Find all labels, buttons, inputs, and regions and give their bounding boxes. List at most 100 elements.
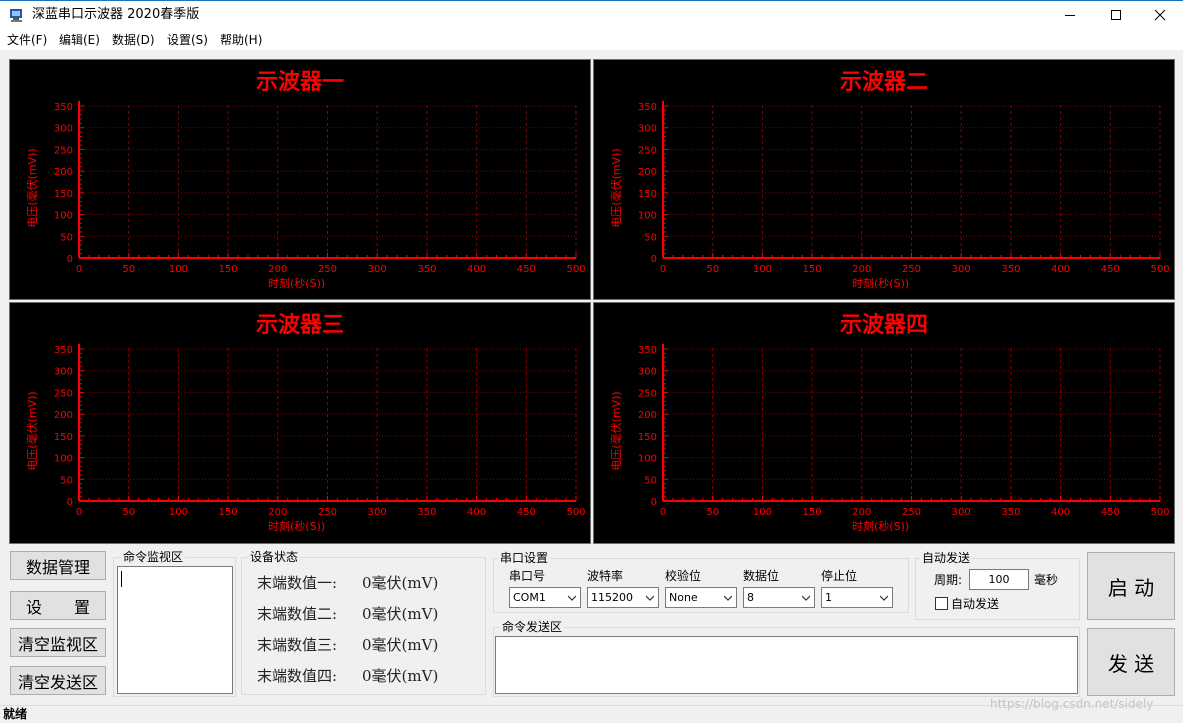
chart-title: 示波器四 [840, 312, 928, 338]
send-button[interactable]: 发 送 [1087, 628, 1175, 696]
monitor-textarea[interactable] [117, 566, 233, 694]
y-tick-label: 100 [54, 211, 73, 222]
monitor-title: 命令监视区 [121, 550, 186, 564]
x-axis-label: 时刻(秒(S)) [268, 276, 325, 290]
y-tick-label: 0 [651, 254, 657, 265]
y-tick-label: 200 [638, 167, 657, 178]
watermark: https://blog.csdn.net/sidely [990, 697, 1154, 711]
y-tick-label: 300 [638, 367, 657, 378]
x-tick-label: 350 [1001, 507, 1020, 518]
start-button[interactable]: 启 动 [1087, 552, 1175, 620]
y-tick-label: 150 [54, 432, 73, 443]
x-tick-label: 500 [566, 507, 585, 518]
x-tick-label: 500 [1150, 507, 1169, 518]
y-tick-label: 150 [54, 189, 73, 200]
stopbits-select[interactable]: 1 [821, 587, 893, 608]
x-tick-label: 250 [902, 264, 921, 275]
databits-value: 8 [747, 591, 754, 604]
y-axis-label: 电压(毫伏(mV)) [25, 391, 39, 470]
command-send-textarea[interactable] [495, 636, 1078, 694]
x-tick-label: 150 [219, 264, 238, 275]
x-tick-label: 50 [706, 507, 719, 518]
status-value-3: 0毫伏(mV) [362, 636, 439, 654]
parity-select[interactable]: None [665, 587, 737, 608]
scope-panel-2[interactable]: 示波器二 0 50 100 150 200 250 300 350 400 450 500 0 50 100… [593, 59, 1175, 300]
serial-title: 串口设置 [498, 551, 551, 565]
clear-send-button[interactable]: 清空发送区 [10, 666, 106, 695]
status-text: 就绪 [3, 707, 28, 721]
chevron-down-icon [568, 595, 576, 601]
x-tick-label: 100 [753, 264, 772, 275]
y-tick-label: 250 [54, 145, 73, 156]
minimize-button[interactable] [1047, 0, 1093, 30]
oscilloscope-chart: 示波器一 0 50 100 150 200 250 300 350 400 450 500 0 50 100… [25, 69, 586, 290]
scope-panel-1[interactable]: 示波器一 0 50 100 150 200 250 300 350 400 450 500 0 50 100… [9, 59, 591, 300]
menu-data[interactable]: 数据(D) [112, 33, 155, 47]
oscilloscope-chart: 示波器四 0 50 100 150 200 250 300 350 400 450 500 0 50 100… [609, 312, 1170, 533]
port-value: COM1 [513, 591, 546, 604]
period-label: 周期: [934, 573, 963, 587]
x-tick-label: 200 [852, 264, 871, 275]
baud-value: 115200 [591, 591, 633, 604]
x-tick-label: 300 [368, 264, 387, 275]
close-button[interactable] [1137, 0, 1183, 30]
baud-select[interactable]: 115200 [587, 587, 659, 608]
clear-monitor-button[interactable]: 清空监视区 [10, 628, 106, 657]
y-axis-label: 电压(毫伏(mV)) [25, 148, 39, 227]
y-tick-label: 0 [67, 254, 73, 265]
x-tick-label: 400 [467, 507, 486, 518]
menu-settings[interactable]: 设置(S) [167, 33, 208, 47]
menu-edit[interactable]: 编辑(E) [59, 33, 100, 47]
period-input[interactable]: 100 [969, 569, 1029, 590]
auto-send-checkbox-label[interactable]: 自动发送 [951, 597, 999, 611]
x-tick-label: 300 [952, 507, 971, 518]
x-tick-label: 50 [122, 264, 135, 275]
oscilloscope-chart: 示波器三 0 50 100 150 200 250 300 350 400 450 500 0 50 100… [25, 312, 586, 533]
x-tick-label: 400 [467, 264, 486, 275]
command-send-title: 命令发送区 [500, 620, 565, 634]
scope-panel-4[interactable]: 示波器四 0 50 100 150 200 250 300 350 400 450 500 0 50 100… [593, 302, 1175, 544]
x-tick-label: 400 [1051, 264, 1070, 275]
y-tick-label: 300 [638, 124, 657, 135]
y-axis-label: 电压(毫伏(mV)) [609, 391, 623, 470]
x-tick-label: 100 [169, 507, 188, 518]
parity-value: None [669, 591, 698, 604]
y-tick-label: 350 [638, 345, 657, 356]
x-tick-label: 200 [852, 507, 871, 518]
data-manage-button[interactable]: 数据管理 [10, 551, 106, 580]
x-tick-label: 150 [803, 507, 822, 518]
x-tick-label: 250 [318, 507, 337, 518]
auto-send-title: 自动发送 [920, 551, 973, 565]
x-tick-label: 50 [706, 264, 719, 275]
y-tick-label: 250 [638, 388, 657, 399]
menu-file[interactable]: 文件(F) [7, 33, 47, 47]
x-axis-label: 时刻(秒(S)) [852, 276, 909, 290]
x-tick-label: 350 [417, 507, 436, 518]
y-tick-label: 0 [67, 497, 73, 508]
status-label-3: 末端数值三: [257, 636, 338, 654]
y-tick-label: 150 [638, 189, 657, 200]
settings-button[interactable]: 设 置 [10, 591, 106, 620]
port-select[interactable]: COM1 [509, 587, 581, 608]
menu-help[interactable]: 帮助(H) [220, 33, 262, 47]
x-tick-label: 0 [660, 507, 666, 518]
status-value-1: 0毫伏(mV) [362, 574, 439, 592]
status-value-2: 0毫伏(mV) [362, 605, 439, 623]
x-tick-label: 450 [517, 507, 536, 518]
device-status-title: 设备状态 [248, 550, 301, 564]
chevron-down-icon [880, 595, 888, 601]
databits-select[interactable]: 8 [743, 587, 815, 608]
auto-send-checkbox[interactable] [935, 597, 948, 610]
x-tick-label: 200 [268, 264, 287, 275]
y-tick-label: 100 [638, 454, 657, 465]
port-label: 串口号 [509, 569, 546, 583]
maximize-button[interactable] [1093, 0, 1139, 30]
scope-panel-3[interactable]: 示波器三 0 50 100 150 200 250 300 350 400 450 500 0 50 100… [9, 302, 591, 544]
stopbits-label: 停止位 [821, 569, 858, 583]
parity-label: 校验位 [665, 569, 702, 583]
status-label-2: 末端数值二: [257, 605, 338, 623]
y-tick-label: 100 [54, 454, 73, 465]
x-tick-label: 0 [76, 264, 82, 275]
baud-label: 波特率 [587, 569, 624, 583]
x-tick-label: 100 [169, 264, 188, 275]
